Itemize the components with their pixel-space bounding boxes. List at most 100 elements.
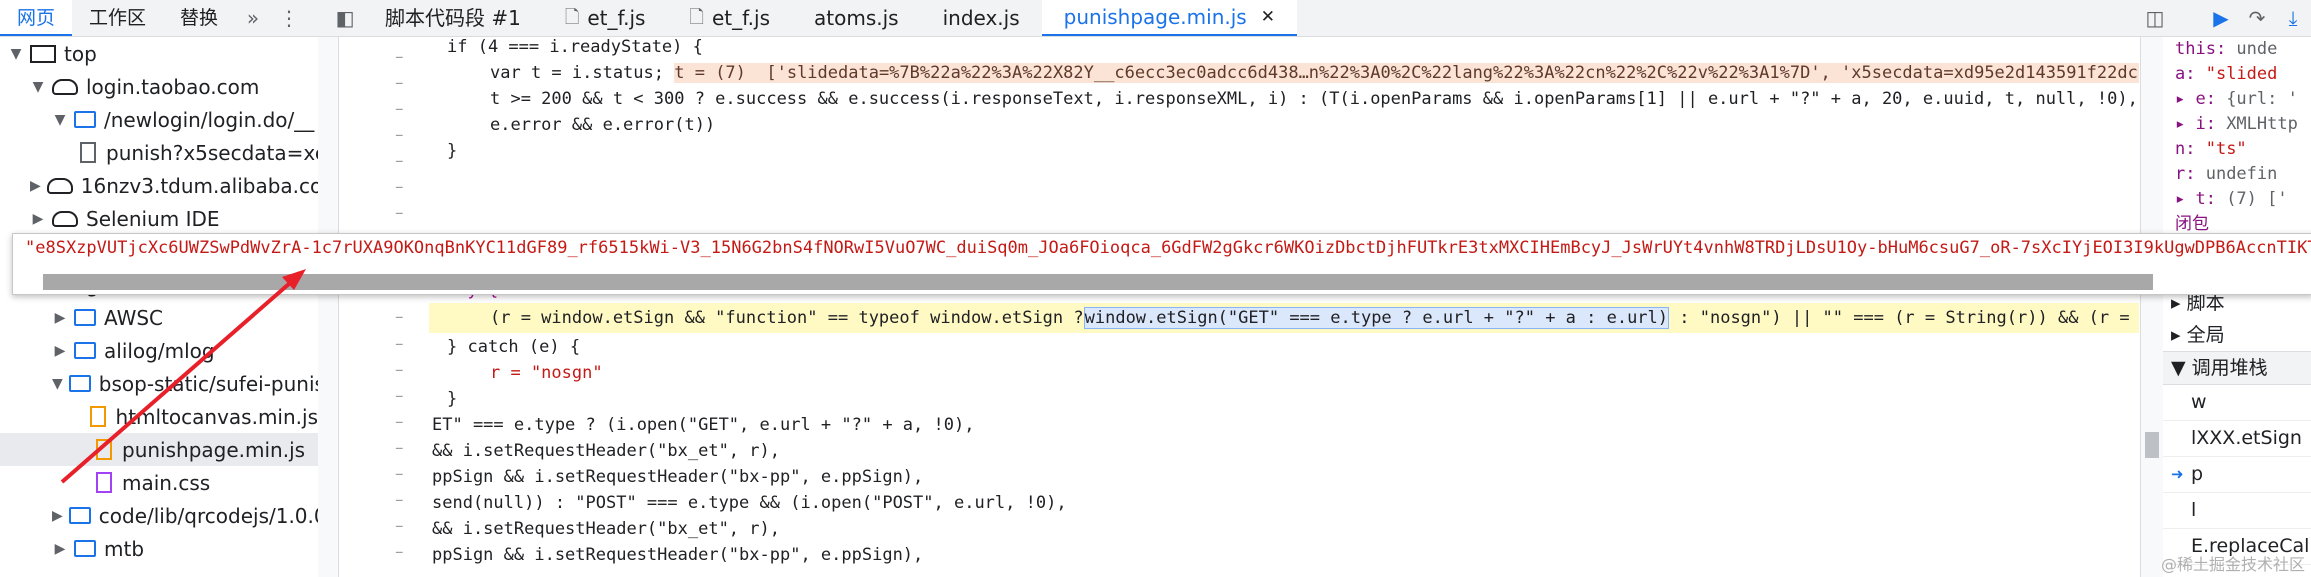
scope-variable[interactable]: r: undefin bbox=[2163, 162, 2311, 187]
code-line: } bbox=[447, 141, 458, 161]
file-modified-icon: 🗋 bbox=[689, 7, 704, 28]
gutter-marker[interactable]: – bbox=[395, 203, 404, 223]
popover-horizontal-scrollbar[interactable] bbox=[43, 274, 2153, 290]
chevron-right-icon[interactable]: ▶ bbox=[52, 343, 68, 359]
section-call-stack[interactable]: ▼ 调用堆栈 bbox=[2163, 351, 2311, 385]
close-tab-icon[interactable]: ✕ bbox=[1261, 0, 1275, 35]
call-stack-frame[interactable]: l bbox=[2163, 493, 2311, 529]
gutter-marker[interactable]: – bbox=[395, 360, 404, 380]
tree-item[interactable]: ▶ code/lib/qrcodejs/1.0.0 bbox=[0, 499, 318, 532]
scope-variable[interactable]: ▸ i: XMLHttp bbox=[2163, 112, 2311, 137]
chevron-down-icon[interactable]: ▼ bbox=[8, 46, 24, 62]
gutter-marker[interactable]: – bbox=[395, 542, 404, 562]
step-over-icon[interactable]: ↷ bbox=[2239, 0, 2275, 36]
tree-item[interactable]: ▶ Selenium IDE bbox=[0, 202, 318, 235]
file-tab-punishpage[interactable]: punishpage.min.js ✕ bbox=[1041, 0, 1297, 36]
file-icon: 🗋 bbox=[564, 7, 580, 28]
call-stack-frame[interactable]: lXXX.etSign bbox=[2163, 421, 2311, 457]
gutter-marker[interactable]: – bbox=[395, 99, 404, 119]
toggle-navigator-icon[interactable]: ◧ bbox=[327, 0, 363, 36]
value-popover[interactable]: "e8SXzpVUTjcXc6UWZSwPdWvZrA-1c7rUXA9OKOn… bbox=[12, 233, 2311, 295]
gutter-marker[interactable]: – bbox=[395, 490, 404, 510]
gutter-marker[interactable]: – bbox=[395, 334, 404, 354]
scope-variable[interactable]: n: "ts" bbox=[2163, 137, 2311, 162]
chevron-down-icon[interactable]: ▼ bbox=[52, 112, 68, 128]
tab-workspace[interactable]: 工作区 bbox=[72, 0, 163, 36]
scope-variable[interactable]: a: "slided bbox=[2163, 62, 2311, 87]
line-gutter[interactable]: –––––––––––––––––––– bbox=[339, 37, 409, 577]
gutter-marker[interactable]: – bbox=[395, 438, 404, 458]
inline-value: t = (7) ['slidedata=%7B%22a%22%3A%22X82Y… bbox=[674, 63, 2139, 83]
resume-icon[interactable]: ▶ bbox=[2203, 0, 2239, 36]
gutter-marker[interactable]: – bbox=[395, 516, 404, 536]
chevron-right-icon[interactable]: ▶ bbox=[30, 211, 46, 227]
code-line: && i.setRequestHeader("bx_et", r), bbox=[432, 441, 780, 461]
gutter-marker[interactable]: – bbox=[395, 177, 404, 197]
gutter-marker[interactable]: – bbox=[395, 307, 404, 327]
tree-item[interactable]: ▼ login.taobao.com bbox=[0, 70, 318, 103]
call-stack-frame[interactable]: ➜ p bbox=[2163, 457, 2311, 493]
call-stack-frame[interactable]: w bbox=[2163, 385, 2311, 421]
tree-item[interactable]: ▼ /newlogin/login.do/__ bbox=[0, 103, 318, 136]
scope-key: n: bbox=[2175, 139, 2206, 159]
tree-item[interactable]: punishpage.min.js bbox=[0, 433, 318, 466]
navigator-splitter[interactable] bbox=[318, 37, 339, 577]
tree-item-label: main.css bbox=[122, 470, 211, 495]
tree-item[interactable]: ▶ 16nzv3.tdum.alibaba.con bbox=[0, 169, 318, 202]
tree-item[interactable]: ▼ bsop-static/sufei-punis bbox=[0, 367, 318, 400]
tree-item-label: code/lib/qrcodejs/1.0.0 bbox=[98, 503, 319, 528]
scope-variable[interactable]: this: unde bbox=[2163, 37, 2311, 62]
chevron-right-icon[interactable]: ▶ bbox=[52, 310, 68, 326]
current-frame-icon: ➜ bbox=[2171, 465, 2184, 483]
tree-item-label: htmltocanvas.min.js bbox=[115, 404, 318, 429]
folder-icon bbox=[68, 507, 91, 524]
gutter-marker[interactable]: – bbox=[395, 73, 404, 93]
chevron-right-icon[interactable]: ▶ bbox=[30, 178, 41, 194]
file-tab-et-f-1[interactable]: 🗋 et_f.js bbox=[543, 0, 668, 36]
kebab-menu-icon[interactable]: ⋮ bbox=[271, 0, 307, 36]
chevron-down-icon[interactable]: ▼ bbox=[30, 79, 46, 95]
scope-value: XMLHttp bbox=[2226, 114, 2298, 134]
chevron-right-icon[interactable]: ▶ bbox=[52, 508, 63, 524]
section-global[interactable]: ▸ 全局 bbox=[2163, 319, 2311, 351]
scroll-thumb[interactable] bbox=[2145, 432, 2159, 458]
tree-item[interactable]: main.css bbox=[0, 466, 318, 499]
tree-item-label: punishpage.min.js bbox=[122, 437, 306, 462]
cloud-icon bbox=[52, 78, 78, 95]
code-editor[interactable]: –––––––––––––––––––– if (4 === i.readySt… bbox=[339, 37, 2139, 577]
tree-item[interactable]: ▶ mtb bbox=[0, 532, 318, 565]
chevron-down-icon[interactable]: ▼ bbox=[52, 376, 63, 392]
scope-key: this: bbox=[2175, 39, 2237, 59]
tree-item[interactable]: punish?x5secdata=xc bbox=[0, 136, 318, 169]
tree-item[interactable]: ▶ AWSC bbox=[0, 301, 318, 334]
scope-key: ▸ i: bbox=[2175, 114, 2227, 134]
tree-item[interactable]: ▶ alilog/mlog bbox=[0, 334, 318, 367]
tree-item[interactable]: htmltocanvas.min.js bbox=[0, 400, 318, 433]
scope-list: this: unde a: "slided ▸ e: {url: ' ▸ i: XML… bbox=[2163, 37, 2311, 237]
scope-variable[interactable]: ▸ t: (7) [' bbox=[2163, 187, 2311, 212]
gutter-marker[interactable]: – bbox=[395, 386, 404, 406]
more-tabs-icon[interactable]: » bbox=[235, 0, 271, 36]
gutter-marker[interactable]: – bbox=[395, 125, 404, 145]
hovered-expression[interactable]: window.etSign("GET" === e.type ? e.url +… bbox=[1083, 307, 1670, 329]
tree-item-label: /newlogin/login.do/__ bbox=[104, 107, 315, 132]
code-line: t >= 200 && t < 300 ? e.success && e.suc… bbox=[490, 86, 2139, 112]
gutter-marker[interactable]: – bbox=[395, 412, 404, 432]
editor-vertical-scrollbar[interactable] bbox=[2140, 37, 2163, 577]
step-into-icon[interactable]: ⤓ bbox=[2275, 0, 2311, 36]
scope-variable[interactable]: ▸ e: {url: ' bbox=[2163, 87, 2311, 112]
tree-item[interactable]: ▼ top bbox=[0, 37, 318, 70]
file-tab-et-f-2[interactable]: 🗋 et_f.js bbox=[667, 0, 792, 36]
toggle-debugger-icon[interactable]: ◫ bbox=[2137, 0, 2173, 36]
tab-page[interactable]: 网页 bbox=[0, 0, 73, 36]
tab-overrides[interactable]: 替换 bbox=[163, 0, 235, 36]
gutter-marker[interactable]: – bbox=[395, 47, 404, 67]
gutter-marker[interactable]: – bbox=[395, 151, 404, 171]
file-tab-snippet[interactable]: 脚本代码段 #1 bbox=[363, 0, 543, 36]
chevron-right-icon[interactable]: ▶ bbox=[52, 541, 68, 557]
frame-label: lXXX.etSign bbox=[2191, 427, 2302, 449]
scope-value: unde bbox=[2236, 39, 2278, 59]
gutter-marker[interactable]: – bbox=[395, 464, 404, 484]
file-tab-index[interactable]: index.js bbox=[921, 0, 1042, 36]
file-tab-atoms[interactable]: atoms.js bbox=[792, 0, 921, 36]
